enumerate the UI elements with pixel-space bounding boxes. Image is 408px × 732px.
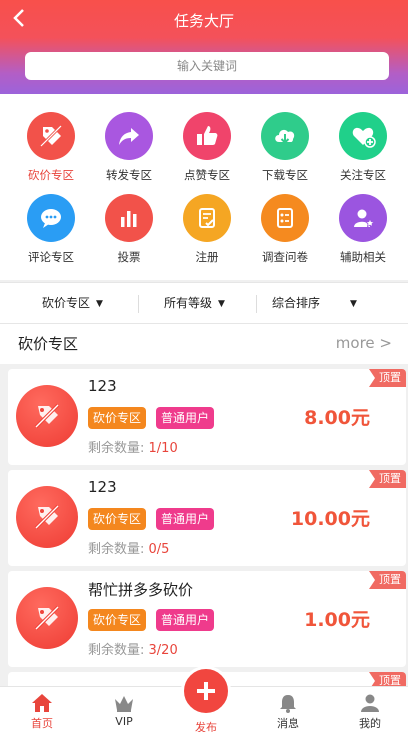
filter-label: 砍价专区: [42, 296, 91, 310]
chat-bubble-icon: [27, 194, 75, 242]
search-input[interactable]: 输入关键词: [25, 52, 389, 80]
form-check-icon: [183, 194, 231, 242]
category-label: 注册: [195, 250, 219, 264]
home-icon: [32, 694, 52, 712]
caret-down-icon: ▼: [96, 299, 103, 309]
tab-label: 发布: [195, 721, 217, 732]
user-star-icon: [339, 194, 387, 242]
category-tag: 砍价专区: [88, 609, 147, 631]
category-label: 关注专区: [340, 168, 386, 182]
page-title: 任务大厅: [173, 12, 234, 30]
tag-slash-icon: [27, 112, 75, 160]
category-label: 辅助相关: [340, 250, 386, 264]
category-like[interactable]: 点赞专区: [167, 112, 247, 198]
cloud-download-icon: [261, 112, 309, 160]
level-filter-dropdown[interactable]: 所有等级 ▼: [164, 283, 225, 323]
section-header: 砍价专区 more >: [0, 324, 408, 364]
crown-icon: [115, 696, 133, 712]
category-tag: 砍价专区: [88, 407, 147, 429]
caret-down-icon: ▼: [218, 299, 225, 309]
tag-slash-icon: [16, 587, 78, 649]
caret-down-icon: ▼: [350, 299, 357, 309]
publish-button[interactable]: [181, 666, 231, 716]
category-assist[interactable]: 辅助相关: [323, 194, 403, 280]
category-label: 调查问卷: [262, 250, 308, 264]
task-reward: 10.00元: [290, 508, 370, 530]
sort-dropdown[interactable]: 综合排序 ▼: [272, 283, 357, 323]
category-survey[interactable]: 调查问卷: [245, 194, 325, 280]
category-comment[interactable]: 评论专区: [11, 194, 91, 280]
user-level-tag: 普通用户: [156, 609, 215, 631]
task-card[interactable]: 帮忙拼多多砍价 砍价专区 普通用户 剩余数量: 3/20 1.00元 顶置: [8, 571, 406, 667]
filter-label: 所有等级: [164, 296, 213, 310]
task-reward: 8.00元: [304, 407, 370, 429]
bar-chart-icon: [105, 194, 153, 242]
pinned-badge: 顶置: [369, 369, 406, 387]
tab-vip[interactable]: VIP: [84, 687, 164, 732]
pinned-badge: 顶置: [369, 571, 406, 589]
user-level-tag: 普通用户: [156, 407, 215, 429]
remaining-count: 剩余数量: 0/5: [88, 542, 170, 557]
pinned-badge: 顶置: [369, 470, 406, 488]
heart-plus-icon: [339, 112, 387, 160]
tab-label: 我的: [359, 717, 381, 730]
task-title: 帮忙拼多多砍价: [88, 581, 194, 599]
tag-slash-icon: [16, 486, 78, 548]
filter-label: 综合排序: [272, 296, 321, 310]
tag-slash-icon: [16, 385, 78, 447]
category-follow[interactable]: 关注专区: [323, 112, 403, 198]
tab-mine[interactable]: 我的: [330, 687, 408, 732]
category-label: 下载专区: [262, 168, 308, 182]
task-card[interactable]: 123 砍价专区 普通用户 剩余数量: 1/10 8.00元 顶置: [8, 369, 406, 465]
remaining-count: 剩余数量: 1/10: [88, 441, 178, 456]
category-vote[interactable]: 投票: [89, 194, 169, 280]
task-title: 123: [88, 377, 117, 395]
survey-list-icon: [261, 194, 309, 242]
filter-bar: 砍价专区 ▼ 所有等级 ▼ 综合排序 ▼: [0, 282, 408, 324]
category-download[interactable]: 下载专区: [245, 112, 325, 198]
tab-label: VIP: [115, 715, 133, 728]
divider: [138, 295, 139, 313]
category-tag: 砍价专区: [88, 508, 147, 530]
category-bargain[interactable]: 砍价专区: [11, 112, 91, 198]
category-label: 砍价专区: [28, 168, 74, 182]
share-arrow-icon: [105, 112, 153, 160]
header: 任务大厅 输入关键词: [0, 0, 408, 94]
category-filter-dropdown[interactable]: 砍价专区 ▼: [42, 283, 103, 323]
user-level-tag: 普通用户: [156, 508, 215, 530]
tab-label: 消息: [277, 717, 299, 730]
bell-icon: [280, 695, 296, 713]
task-card[interactable]: 123 砍价专区 普通用户 剩余数量: 0/5 10.00元 顶置: [8, 470, 406, 566]
tab-label: 首页: [31, 717, 53, 730]
user-icon: [361, 694, 379, 712]
category-label: 转发专区: [106, 168, 152, 182]
category-label: 投票: [117, 250, 141, 264]
task-title: 123: [88, 478, 117, 496]
category-register[interactable]: 注册: [167, 194, 247, 280]
tab-home[interactable]: 首页: [2, 687, 82, 732]
divider: [256, 295, 257, 313]
category-label: 点赞专区: [184, 168, 230, 182]
category-label: 评论专区: [28, 250, 74, 264]
more-link[interactable]: more >: [336, 334, 392, 352]
task-reward: 1.00元: [304, 609, 370, 631]
category-grid: 砍价专区 转发专区 点赞专区 下载专区 关注专区 评论专区 投票 注册 调查问卷…: [0, 94, 408, 280]
tab-messages[interactable]: 消息: [248, 687, 328, 732]
thumbs-up-icon: [183, 112, 231, 160]
remaining-count: 剩余数量: 3/20: [88, 643, 178, 658]
section-title: 砍价专区: [18, 335, 79, 353]
category-share[interactable]: 转发专区: [89, 112, 169, 198]
plus-icon: [197, 682, 215, 700]
